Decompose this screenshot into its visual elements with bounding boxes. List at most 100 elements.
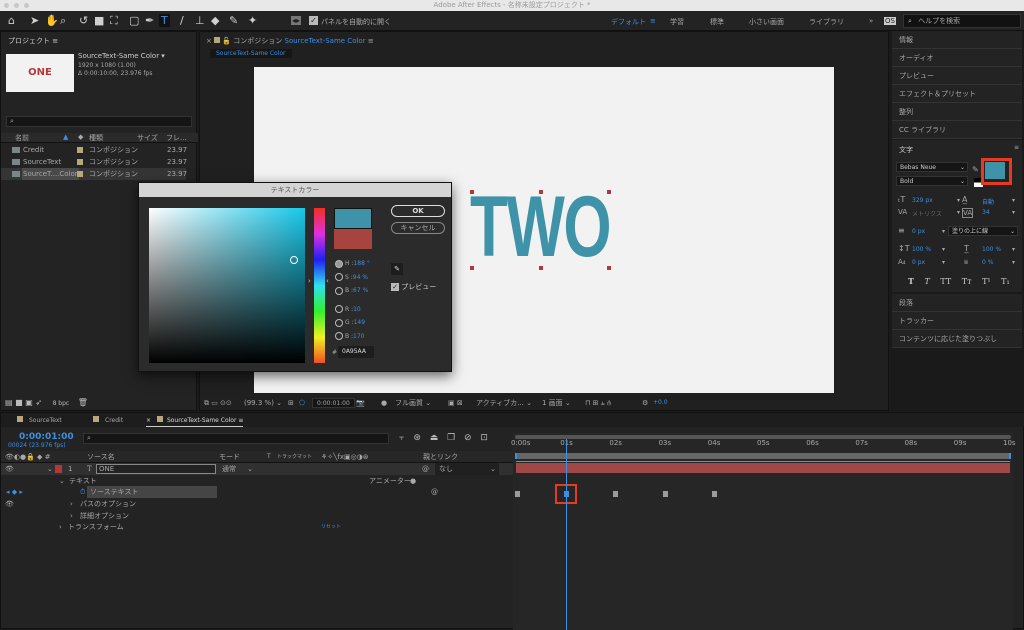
all-caps-button[interactable]: TT (940, 277, 951, 286)
keyframe-navigator-icon[interactable]: ◂ ◆ ▸ (6, 486, 23, 498)
workspace-library[interactable]: ライブラリ (809, 17, 844, 27)
canvas-text-layer[interactable]: TWO (470, 184, 612, 270)
hex-input[interactable]: 0A95AA (338, 346, 374, 358)
exposure-icon[interactable]: ⚙ (642, 396, 648, 410)
interpret-footage-icon[interactable]: ▤ (5, 398, 13, 407)
col-type[interactable]: 種類 (89, 133, 103, 143)
dropdown-arrow-icon[interactable]: ▾ (957, 197, 960, 204)
parent-dropdown[interactable]: なし ⌄ (435, 463, 499, 475)
stopwatch-icon[interactable]: ⏱ (80, 486, 85, 498)
faux-bold-button[interactable]: T (908, 276, 914, 286)
eraser-tool-icon[interactable]: ◆ (211, 14, 219, 27)
anchor-tool-icon[interactable]: ⛶ (110, 14, 118, 27)
kerning-value[interactable]: メトリクス (912, 209, 942, 218)
keyframe[interactable] (662, 491, 668, 497)
panel-tracker[interactable]: トラッカー (892, 312, 1022, 330)
reset-link[interactable]: リセット (321, 521, 341, 533)
zoom-dropdown[interactable]: (99.3 %) ⌄ (244, 396, 282, 410)
brightness-radio[interactable]: B :67 % (335, 284, 370, 298)
stroke-width-value[interactable]: 0 px (912, 228, 925, 235)
subscript-button[interactable]: T₁ (1001, 277, 1010, 286)
tab-sourcetext-same-color[interactable]: × SourceText-Same Color ≡ (146, 416, 244, 427)
panel-effects-presets[interactable]: エフェクト＆プリセット (892, 85, 1022, 103)
snapshot-icon[interactable]: 📷 (356, 396, 365, 410)
mode-dropdown[interactable]: 通常 ⌄ (222, 463, 253, 475)
dropdown-arrow-icon[interactable]: ▾ (1012, 197, 1015, 204)
vertical-scale-value[interactable]: 100 % (912, 246, 931, 253)
col-parent-link[interactable]: 親とリンク (423, 451, 458, 463)
panel-preview[interactable]: プレビュー (892, 67, 1022, 85)
auto-open-checkbox[interactable]: ✓ (309, 16, 318, 25)
timecode[interactable]: 0:00:01:00 (19, 432, 74, 442)
col-track-matte[interactable]: トラックマット (277, 451, 312, 463)
pickwhip-icon[interactable]: @ (431, 486, 438, 498)
dropdown-arrow-icon[interactable]: ▾ (1012, 246, 1015, 253)
green-radio[interactable]: G :149 (335, 316, 370, 330)
pickwhip-icon[interactable]: @ (422, 463, 429, 475)
new-comp-icon[interactable]: ▣ (25, 398, 33, 407)
dropdown-arrow-icon[interactable]: ▾ (957, 209, 960, 216)
dropdown-arrow-icon[interactable]: ▾ (942, 228, 945, 235)
dropdown-arrow-icon[interactable]: ▾ (942, 246, 945, 253)
camera-tool-icon[interactable]: ■ (94, 14, 104, 27)
saturation-brightness-field[interactable] (149, 208, 305, 363)
home-icon[interactable]: ⌂ (8, 14, 15, 27)
playhead[interactable] (566, 439, 568, 630)
color-picker-handle[interactable] (290, 256, 298, 264)
panel-cc-libraries[interactable]: CC ライブラリ (892, 121, 1022, 139)
panel-paragraph[interactable]: 段落 (892, 294, 1022, 312)
project-item-selected[interactable]: SourceT....Color コンポジション 23.97 (1, 168, 187, 180)
timeline-search-input[interactable]: ⌕ (83, 433, 389, 444)
close-window-button[interactable] (4, 3, 9, 8)
comp-info-name[interactable]: SourceText-Same Color ▾ (78, 52, 165, 60)
col-fps[interactable]: フレ... (166, 133, 187, 143)
more-workspaces-button[interactable]: » (869, 17, 873, 25)
camera-dropdown[interactable]: アクティブカ... ⌄ (476, 396, 532, 410)
panel-toggle-icon[interactable]: ◂▸ (291, 16, 302, 25)
ok-button[interactable]: OK (391, 205, 445, 217)
tab-credit[interactable]: Credit (93, 416, 123, 424)
property-path-options[interactable]: 👁 › パスのオプション (1, 498, 513, 510)
eyedropper-icon[interactable]: ✎ (391, 263, 403, 275)
roto-brush-icon[interactable]: ✎ (229, 14, 238, 27)
mask-visibility-icon[interactable]: ⬠ (299, 396, 305, 410)
type-tool-icon[interactable]: T (159, 14, 170, 27)
layer-name-input[interactable]: ONE (96, 464, 216, 474)
preview-checkbox[interactable]: ✓ プレビュー (391, 282, 436, 292)
col-size[interactable]: サイズ (137, 133, 158, 143)
brush-tool-icon[interactable]: / (180, 14, 184, 27)
channel-icon[interactable]: ● (381, 396, 387, 410)
small-caps-button[interactable]: Tт (962, 277, 972, 286)
bit-depth[interactable]: 8 bpc (53, 400, 70, 407)
eyedropper-icon[interactable]: ✎ (972, 165, 979, 174)
region-of-interest-icon[interactable]: ⧉ ▭ ⊙⊙ (204, 396, 232, 410)
font-size-value[interactable]: 329 px (912, 197, 933, 204)
puppet-pin-icon[interactable]: ✦ (248, 14, 257, 27)
project-item[interactable]: Credit コンポジション 23.97 (1, 144, 198, 156)
current-time-field[interactable]: 0:00:01:00 (312, 398, 355, 408)
fast-preview-icon[interactable]: ▣ ⊠ (448, 396, 463, 410)
selection-tool-icon[interactable]: ➤ (30, 14, 39, 27)
col-name[interactable]: 名前 (15, 133, 29, 143)
cancel-button[interactable]: キャンセル (391, 222, 445, 234)
hue-arrow-left[interactable]: › (308, 277, 311, 285)
expand-chevron-icon[interactable]: › (59, 521, 62, 533)
property-transform[interactable]: › トランスフォーム リセット (1, 521, 513, 533)
tracking-value[interactable]: 34 (982, 209, 990, 216)
panel-audio[interactable]: オーディオ (892, 49, 1022, 67)
layer-row[interactable]: 👁 ⌄ 1 T ONE 通常 ⌄ @ なし ⌄ (1, 463, 513, 475)
dropdown-arrow-icon[interactable]: ▾ (1012, 209, 1015, 216)
stroke-type-dropdown[interactable]: 塗りの上に線 ⌄ (948, 226, 1018, 236)
superscript-button[interactable]: T¹ (982, 277, 991, 286)
original-color-swatch[interactable] (334, 229, 372, 249)
keyframe[interactable] (515, 491, 520, 497)
trash-icon[interactable]: 🗑 (78, 398, 88, 407)
render-queue-icon[interactable]: ➶ (35, 398, 42, 407)
time-ruler[interactable]: 0:00s01s02s03s04s05s06s07s08s09s10s (511, 439, 1016, 451)
hue-arrow-right[interactable]: ‹ (326, 277, 329, 285)
zoom-tool-icon[interactable]: ⌕ (60, 14, 66, 27)
layer-bar[interactable] (516, 463, 1010, 473)
workspace-small-screen[interactable]: 小さい画面 (749, 17, 784, 27)
zoom-window-button[interactable] (24, 3, 29, 8)
views-dropdown[interactable]: 1 画面 ⌄ (542, 396, 571, 410)
